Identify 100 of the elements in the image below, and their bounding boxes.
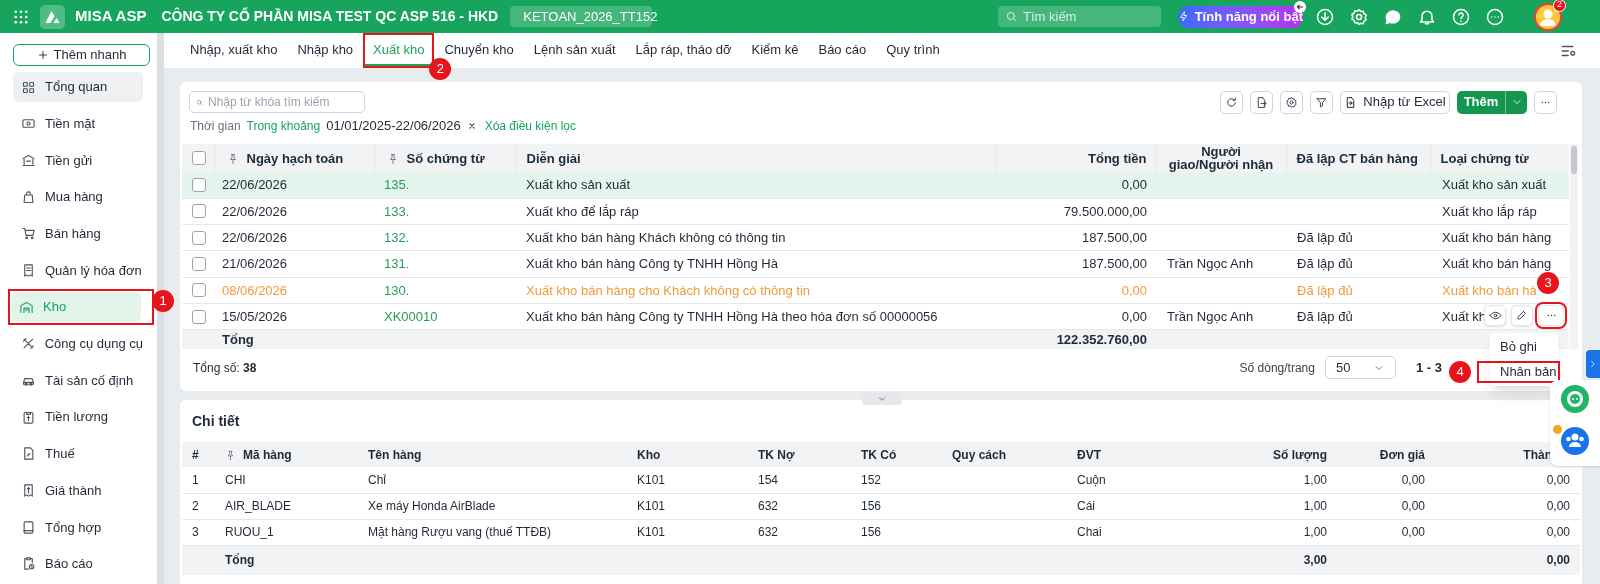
edit-button[interactable] bbox=[1511, 305, 1533, 326]
sidebar-item[interactable]: Giá thành bbox=[13, 475, 143, 506]
add-dropdown-button[interactable] bbox=[1505, 90, 1527, 114]
sidebar-item[interactable]: Báo cáo bbox=[13, 548, 143, 579]
record-count: Tổng số: 38 bbox=[193, 359, 257, 377]
table-row[interactable]: 22/06/2026 133. Xuất kho để lắp ráp 79.500.000,00 Xuất kho lắp ráp bbox=[182, 198, 1569, 225]
add-button[interactable]: Thêm bbox=[1457, 90, 1505, 114]
voucher-number-link[interactable]: XK00010 bbox=[384, 308, 438, 324]
tab[interactable]: Nhập kho bbox=[287, 33, 364, 68]
help-icon[interactable] bbox=[1451, 6, 1471, 27]
chat-bot-icon[interactable] bbox=[1560, 384, 1590, 414]
tab[interactable]: Kiểm kê bbox=[741, 33, 809, 68]
checkbox[interactable] bbox=[192, 177, 206, 192]
table-cell: Đã lập đủ bbox=[1297, 282, 1353, 298]
bag-icon bbox=[21, 189, 36, 205]
sidebar-item[interactable]: Tài sản cố định bbox=[13, 365, 143, 396]
table-cell: Trần Ngọc Anh bbox=[1167, 308, 1254, 324]
tab[interactable]: Nhập, xuất kho bbox=[180, 33, 288, 68]
clipboard-icon bbox=[21, 556, 36, 572]
table-cell: 632 bbox=[758, 499, 779, 513]
table-cell: 156 bbox=[861, 525, 882, 539]
company-name: CÔNG TY CỔ PHẦN MISA TEST QC ASP 516 - HKD bbox=[161, 6, 499, 26]
avatar[interactable] bbox=[1534, 2, 1562, 31]
table-cell: 152 bbox=[861, 472, 882, 487]
voucher-number-link[interactable]: 132. bbox=[384, 230, 410, 245]
sidebar-item[interactable]: Bán hàng bbox=[13, 218, 143, 249]
page-size-label: Số dòng/trang bbox=[1239, 359, 1315, 377]
checkbox[interactable] bbox=[192, 309, 206, 324]
table-cell: 187.500,00 bbox=[1081, 230, 1147, 245]
collapse-handle[interactable] bbox=[862, 393, 902, 405]
side-panel-tab[interactable] bbox=[1586, 350, 1600, 378]
date-range[interactable]: 01/01/2025-22/06/2026 bbox=[326, 116, 461, 136]
receipt-icon bbox=[21, 483, 36, 499]
table-cell: 0,00 bbox=[1401, 525, 1425, 539]
settings-button[interactable] bbox=[1280, 90, 1303, 114]
menu-item[interactable]: Nhân bản bbox=[1490, 363, 1558, 381]
checkbox[interactable] bbox=[192, 257, 206, 272]
close-icon[interactable] bbox=[466, 121, 477, 131]
table-row[interactable]: 21/06/2026 131. Xuất kho bán hàng Công ty TNHH Hồng Hà 187.500,00 Trần Ngọc Anh Đã lập đủ Xuất kho bán hàng bbox=[182, 250, 1569, 278]
column-header: Loại chứng từ bbox=[1440, 150, 1529, 166]
table-cell: 1,00 bbox=[1303, 525, 1327, 539]
checkbox[interactable] bbox=[192, 151, 206, 165]
pin-icon bbox=[225, 449, 236, 461]
filter-button[interactable] bbox=[1310, 90, 1333, 114]
receipt-icon bbox=[21, 262, 36, 278]
scrollbar[interactable] bbox=[1570, 144, 1578, 350]
sidebar-item[interactable]: Tiền gửi bbox=[13, 145, 143, 176]
table-cell: Xe máy Honda AirBlade bbox=[368, 499, 496, 513]
table-cell: K101 bbox=[637, 472, 666, 487]
checkbox[interactable] bbox=[192, 230, 206, 245]
table-row[interactable]: 22/06/2026 135. Xuất kho sản xuất 0,00 Xuất kho sản xuất bbox=[182, 172, 1569, 199]
step-marker: 2 bbox=[429, 58, 452, 80]
table-cell: Đã lập đủ bbox=[1297, 230, 1353, 245]
settings-icon[interactable] bbox=[1349, 6, 1369, 27]
table-cell: 22/06/2026 bbox=[222, 230, 288, 245]
tab[interactable]: Báo cáo bbox=[808, 33, 877, 68]
table-cell: Xuất kho bán hà bbox=[1442, 282, 1537, 298]
quick-add-button[interactable]: Thêm nhanh bbox=[13, 44, 150, 66]
view-button[interactable] bbox=[1484, 305, 1506, 326]
tab[interactable]: Quy trình bbox=[876, 33, 950, 68]
menu-item[interactable]: Bỏ ghi bbox=[1490, 336, 1558, 358]
tab[interactable]: Lệnh sản xuất bbox=[523, 33, 626, 68]
import-excel-button[interactable]: Nhập từ Excel bbox=[1340, 90, 1450, 114]
sidebar-item[interactable]: Tổng quan bbox=[13, 72, 143, 102]
checkbox[interactable] bbox=[192, 283, 206, 298]
lightning-icon bbox=[1178, 10, 1190, 23]
sidebar-item[interactable]: Tiền mặt bbox=[13, 108, 143, 139]
table-cell: 22/06/2026 bbox=[222, 177, 288, 193]
column-header: Số chứng từ bbox=[406, 150, 485, 166]
search-field[interactable]: Nhập từ khóa tìm kiếm bbox=[189, 91, 365, 113]
tab[interactable]: Lắp ráp, tháo dỡ bbox=[625, 33, 742, 68]
table-cell: 154 bbox=[758, 472, 779, 487]
sidebar-item[interactable]: Công cụ dụng cụ bbox=[13, 328, 143, 359]
voucher-number-link[interactable]: 130. bbox=[384, 282, 410, 298]
total-amount: 122.352.760,00 bbox=[1056, 331, 1147, 350]
page-size-select[interactable]: 50 bbox=[1325, 356, 1396, 380]
sidebar-item[interactable]: Quản lý hóa đơn bbox=[13, 255, 143, 286]
download-icon[interactable] bbox=[1315, 6, 1335, 27]
column-header: Đơn giá bbox=[1379, 447, 1425, 462]
scrollbar[interactable] bbox=[157, 33, 164, 584]
checkbox[interactable] bbox=[192, 204, 206, 219]
export-button[interactable] bbox=[1250, 90, 1273, 114]
plus-icon bbox=[36, 49, 49, 61]
sidebar-item[interactable]: Thuế bbox=[13, 438, 143, 469]
app-grid-icon[interactable] bbox=[14, 9, 28, 24]
voucher-number-link[interactable]: 131. bbox=[384, 256, 410, 272]
table-cell: Xuất kho bán hàng Khách không có thông tin bbox=[526, 230, 786, 245]
table-cell: 0,00 bbox=[1546, 525, 1570, 539]
refresh-button[interactable] bbox=[1220, 90, 1243, 114]
sidebar-item[interactable]: Mua hàng bbox=[13, 182, 143, 213]
voucher-number-link[interactable]: 133. bbox=[384, 203, 410, 219]
table-cell: Cuộn bbox=[1077, 472, 1106, 487]
people-icon[interactable] bbox=[1560, 426, 1590, 456]
column-header: # bbox=[192, 447, 199, 462]
sidebar-item[interactable]: Tiền lương bbox=[13, 402, 143, 433]
more-icon[interactable] bbox=[1485, 6, 1505, 27]
sidebar-item[interactable]: Tổng hợp bbox=[13, 512, 143, 543]
table-cell: Xuất kho sản xuất bbox=[526, 177, 631, 193]
total-quantity: 3,00 bbox=[1303, 553, 1327, 568]
table-row[interactable]: 22/06/2026 132. Xuất kho bán hàng Khách không có thông tin 187.500,00 Đã lập đủ Xuất kho bán hàng bbox=[182, 224, 1569, 251]
